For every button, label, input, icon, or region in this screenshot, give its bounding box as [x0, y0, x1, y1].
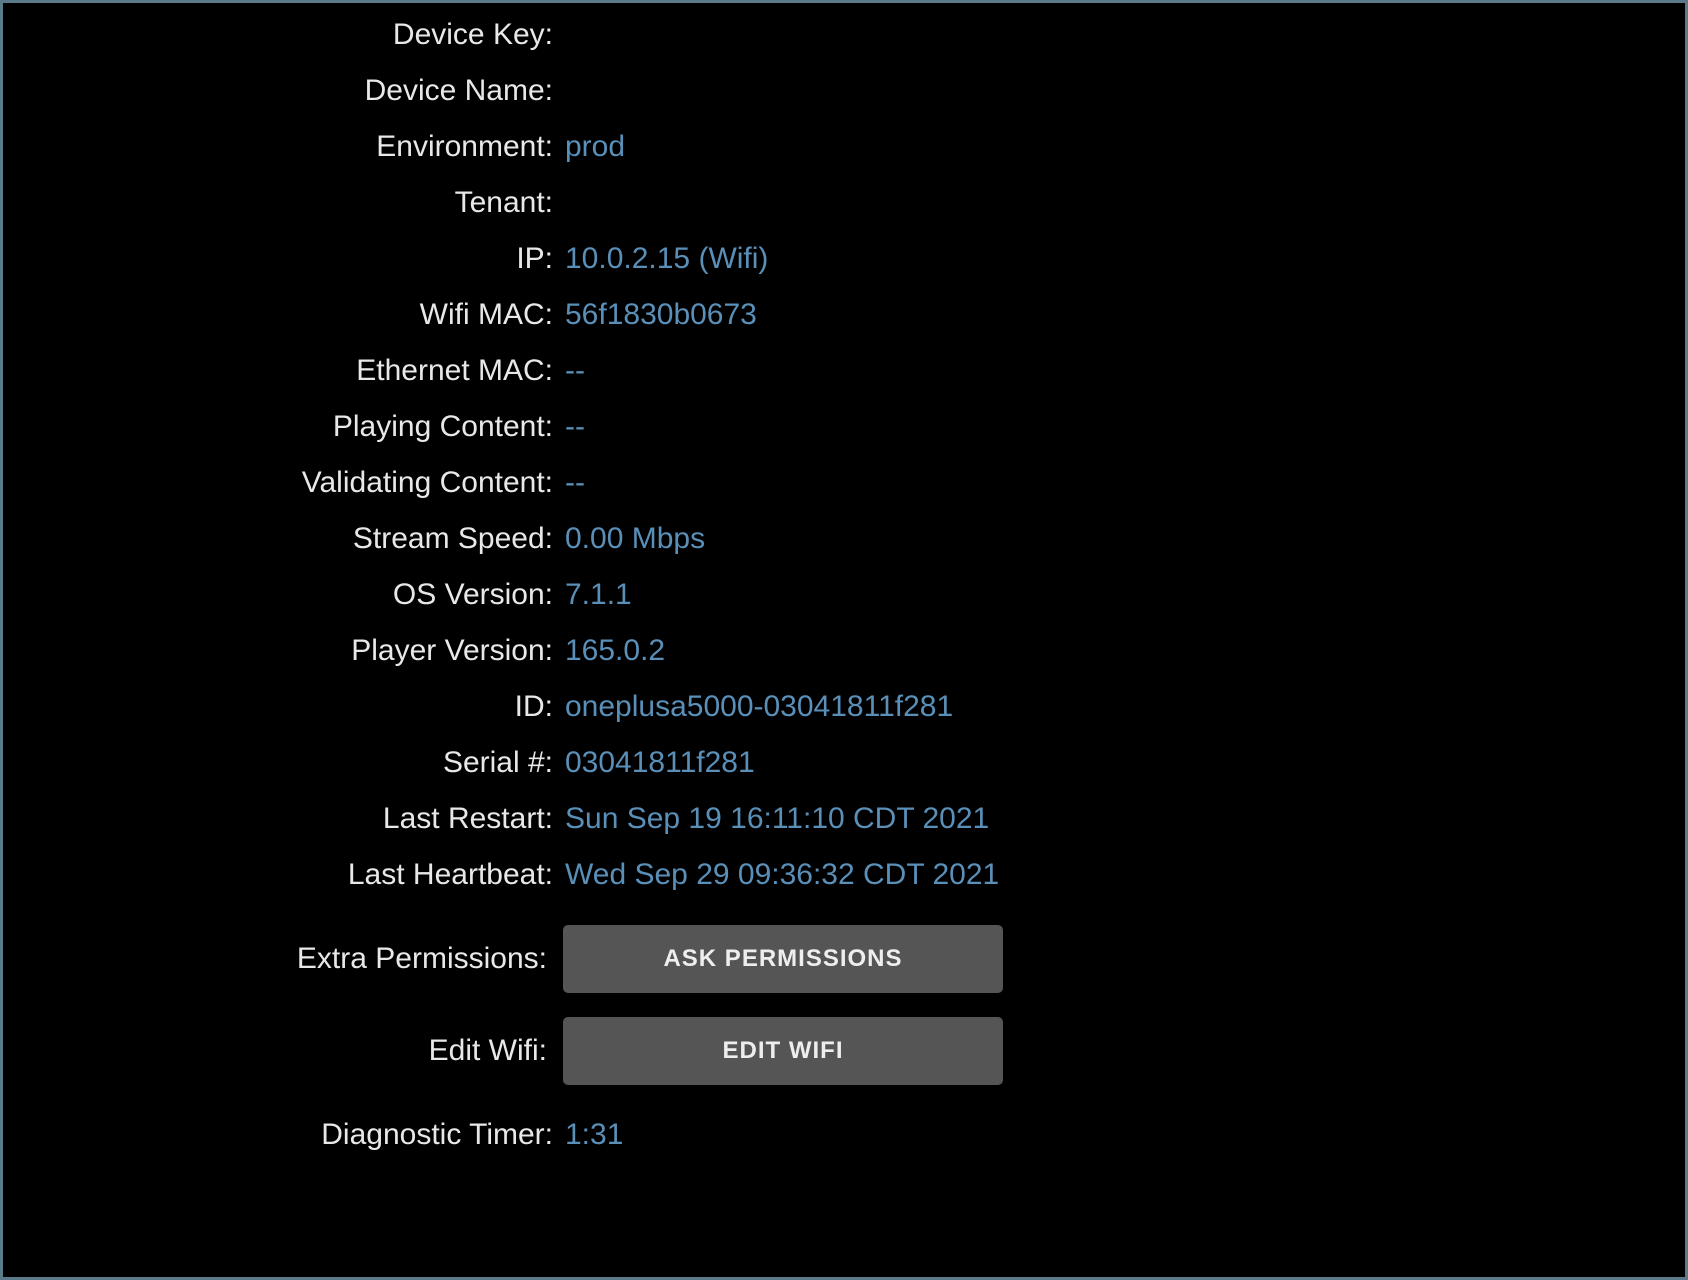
- diagnostic-timer-value: 1:31: [563, 1118, 623, 1152]
- player-version-label: Player Version:: [3, 634, 563, 668]
- id-row: ID: oneplusa5000-03041811f281: [3, 679, 1685, 735]
- stream-speed-label: Stream Speed:: [3, 522, 563, 556]
- ethernet-mac-value: --: [563, 354, 585, 388]
- os-version-row: OS Version: 7.1.1: [3, 567, 1685, 623]
- device-name-label: Device Name:: [3, 74, 563, 108]
- device-key-row: Device Key:: [3, 7, 1685, 63]
- playing-content-label: Playing Content:: [3, 410, 563, 444]
- serial-label: Serial #:: [3, 746, 563, 780]
- id-value: oneplusa5000-03041811f281: [563, 690, 953, 724]
- last-heartbeat-label: Last Heartbeat:: [3, 858, 563, 892]
- edit-wifi-row: Edit Wifi: EDIT WIFI: [3, 1015, 1685, 1087]
- stream-speed-row: Stream Speed: 0.00 Mbps: [3, 511, 1685, 567]
- wifi-mac-value: 56f1830b0673: [563, 298, 757, 332]
- device-name-row: Device Name:: [3, 63, 1685, 119]
- player-version-row: Player Version: 165.0.2: [3, 623, 1685, 679]
- stream-speed-value: 0.00 Mbps: [563, 522, 705, 556]
- extra-permissions-row: Extra Permissions: ASK PERMISSIONS: [3, 923, 1685, 995]
- diagnostic-timer-row: Diagnostic Timer: 1:31: [3, 1107, 1685, 1163]
- ip-value: 10.0.2.15 (Wifi): [563, 242, 768, 276]
- environment-row: Environment: prod: [3, 119, 1685, 175]
- last-restart-row: Last Restart: Sun Sep 19 16:11:10 CDT 20…: [3, 791, 1685, 847]
- playing-content-row: Playing Content: --: [3, 399, 1685, 455]
- ethernet-mac-row: Ethernet MAC: --: [3, 343, 1685, 399]
- tenant-row: Tenant:: [3, 175, 1685, 231]
- playing-content-value: --: [563, 410, 585, 444]
- ip-label: IP:: [3, 242, 563, 276]
- device-key-label: Device Key:: [3, 18, 563, 52]
- os-version-value: 7.1.1: [563, 578, 632, 612]
- device-info-panel: Device Key: Device Name: Environment: pr…: [3, 3, 1685, 1163]
- validating-content-value: --: [563, 466, 585, 500]
- last-restart-label: Last Restart:: [3, 802, 563, 836]
- last-heartbeat-row: Last Heartbeat: Wed Sep 29 09:36:32 CDT …: [3, 847, 1685, 903]
- tenant-label: Tenant:: [3, 186, 563, 220]
- os-version-label: OS Version:: [3, 578, 563, 612]
- ask-permissions-button[interactable]: ASK PERMISSIONS: [563, 925, 1003, 993]
- environment-label: Environment:: [3, 130, 563, 164]
- last-heartbeat-value: Wed Sep 29 09:36:32 CDT 2021: [563, 858, 999, 892]
- edit-wifi-button[interactable]: EDIT WIFI: [563, 1017, 1003, 1085]
- last-restart-value: Sun Sep 19 16:11:10 CDT 2021: [563, 802, 989, 836]
- environment-value: prod: [563, 130, 625, 164]
- ethernet-mac-label: Ethernet MAC:: [3, 354, 563, 388]
- edit-wifi-label: Edit Wifi:: [3, 1034, 563, 1068]
- serial-value: 03041811f281: [563, 746, 755, 780]
- diagnostic-timer-label: Diagnostic Timer:: [3, 1118, 563, 1152]
- ip-row: IP: 10.0.2.15 (Wifi): [3, 231, 1685, 287]
- wifi-mac-label: Wifi MAC:: [3, 298, 563, 332]
- id-label: ID:: [3, 690, 563, 724]
- serial-row: Serial #: 03041811f281: [3, 735, 1685, 791]
- extra-permissions-label: Extra Permissions:: [3, 942, 563, 976]
- validating-content-row: Validating Content: --: [3, 455, 1685, 511]
- wifi-mac-row: Wifi MAC: 56f1830b0673: [3, 287, 1685, 343]
- player-version-value: 165.0.2: [563, 634, 665, 668]
- validating-content-label: Validating Content:: [3, 466, 563, 500]
